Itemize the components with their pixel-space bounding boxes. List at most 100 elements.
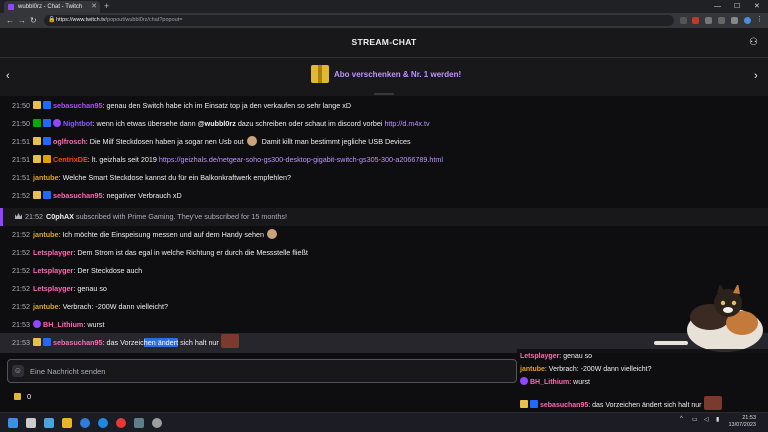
forward-icon[interactable]: → bbox=[18, 13, 26, 28]
message-username[interactable]: jantube bbox=[33, 302, 59, 311]
chat-input[interactable] bbox=[30, 363, 510, 379]
back-icon[interactable]: ← bbox=[6, 13, 14, 28]
message-username[interactable]: jantube bbox=[33, 230, 59, 239]
share-icon[interactable] bbox=[680, 17, 687, 24]
chevron-right-icon[interactable]: › bbox=[754, 70, 758, 82]
chat-message[interactable]: 21:50 sebasuchan95: genau den Switch habe… bbox=[12, 97, 351, 115]
verified-badge-icon bbox=[520, 377, 528, 385]
chat-message[interactable]: 21:51 jantube: Welche Smart Steckdose kan… bbox=[12, 169, 291, 187]
battery-icon[interactable]: ▮ bbox=[716, 416, 719, 423]
puzzle-icon[interactable] bbox=[705, 17, 712, 24]
overlay-message: BH_Lithium: wurst bbox=[520, 376, 590, 389]
gift-banner-text[interactable]: Abo verschenken & Nr. 1 werden! bbox=[334, 70, 461, 79]
address-bar[interactable]: 🔒 https://www.twitch.tv/popout/wubbl0rz/… bbox=[44, 15, 674, 26]
minimize-icon[interactable]: — bbox=[714, 0, 721, 13]
moderator-badge-icon[interactable] bbox=[33, 119, 41, 127]
overlay-message: sebasuchan95: das Vorzeichen ändert sich… bbox=[520, 396, 722, 410]
gift-banner[interactable]: ‹ Abo verschenken & Nr. 1 werden! › bbox=[0, 58, 768, 96]
edge-browser-icon[interactable] bbox=[80, 418, 90, 428]
message-time: 21:51 bbox=[12, 137, 30, 146]
chat-message[interactable]: 21:51 oglfrosch: Die Milf Steckdosen habe… bbox=[12, 133, 411, 151]
subscriber-badge-icon[interactable] bbox=[33, 137, 41, 145]
chat-message[interactable]: 21:52 Letsplayger: genau so bbox=[12, 280, 107, 298]
gift-badge-icon[interactable] bbox=[43, 155, 51, 163]
chat-message[interactable]: 21:53 BH_Lithium: wurst bbox=[12, 316, 105, 334]
chat-message[interactable]: 21:52 jantube: Verbrach: -200W dann viell… bbox=[12, 298, 168, 316]
message-text: wenn ich etwas übersehe dann bbox=[96, 119, 196, 128]
face-emote-icon bbox=[703, 396, 722, 410]
taskbar-clock[interactable]: 21:53 13/07/2023 bbox=[728, 415, 756, 429]
verified-badge-icon[interactable] bbox=[33, 320, 41, 328]
message-username[interactable]: C0phAX bbox=[46, 212, 74, 221]
browser-tab[interactable]: wubbl0rz - Chat - Twitch ✕ bbox=[4, 1, 100, 13]
message-username[interactable]: Letsplayger bbox=[33, 284, 73, 293]
subscriber-badge-icon[interactable] bbox=[33, 101, 41, 109]
channel-points[interactable]: 0 bbox=[14, 392, 31, 401]
message-username[interactable]: Letsplayger bbox=[33, 266, 73, 275]
prime-badge-icon[interactable] bbox=[43, 101, 51, 109]
chat-message[interactable]: 21:52 jantube: Ich möchte die Einspeisung… bbox=[12, 226, 280, 244]
app-icon[interactable] bbox=[98, 418, 108, 428]
close-window-icon[interactable]: ✕ bbox=[754, 0, 760, 13]
message-username[interactable]: BH_Lithium bbox=[43, 320, 83, 329]
message-mention[interactable]: @wubbl0rz bbox=[198, 119, 236, 128]
terminal-icon[interactable] bbox=[134, 418, 144, 428]
message-username[interactable]: sebasuchan95 bbox=[53, 191, 103, 200]
search-icon[interactable] bbox=[26, 418, 36, 428]
message-username[interactable]: oglfrosch bbox=[53, 137, 86, 146]
message-text: das Vorzeic bbox=[106, 338, 144, 347]
prime-badge-icon[interactable] bbox=[43, 119, 51, 127]
message-username[interactable]: Letsplayger bbox=[33, 248, 73, 257]
reload-icon[interactable]: ↻ bbox=[30, 13, 37, 28]
prime-badge-icon[interactable] bbox=[43, 137, 51, 145]
message-link[interactable]: https://geizhals.de/netgear-soho-gs300-d… bbox=[159, 155, 443, 164]
overlay-message: Letsplayger: genau so bbox=[520, 353, 592, 360]
prime-badge-icon[interactable] bbox=[43, 338, 51, 346]
message-time: 21:51 bbox=[12, 173, 30, 182]
chat-message[interactable]: 21:52 Letsplayger: Der Steckdose auch bbox=[12, 262, 142, 280]
message-username[interactable]: jantube bbox=[33, 173, 59, 182]
chevron-left-icon[interactable]: ‹ bbox=[6, 70, 10, 82]
volume-icon[interactable]: ◁ bbox=[704, 416, 709, 423]
tray-chevron-icon[interactable]: ^ bbox=[680, 416, 683, 422]
cat-webcam-image bbox=[654, 285, 763, 352]
chat-message[interactable]: 21:51 CentrixDE: lt. geizhals seit 2019 h… bbox=[12, 151, 443, 169]
message-username[interactable]: sebasuchan95 bbox=[53, 101, 103, 110]
prime-badge-icon[interactable] bbox=[43, 191, 51, 199]
message-username[interactable]: sebasuchan95 bbox=[53, 338, 103, 347]
message-link[interactable]: http://d.m4x.tv bbox=[384, 119, 429, 128]
download-icon[interactable] bbox=[718, 17, 725, 24]
settings-gear-icon[interactable] bbox=[152, 418, 162, 428]
community-users-icon[interactable]: ⚇ bbox=[749, 37, 758, 48]
menu-kebab-icon[interactable]: ⋮ bbox=[756, 15, 763, 23]
chat-message[interactable]: 21:52 sebasuchan95: negativer Verbrauch x… bbox=[12, 187, 182, 205]
chat-message[interactable]: 21:52 Letsplayger: Dem Strom ist das egal… bbox=[12, 244, 308, 262]
stream-chat-overlay: Letsplayger: genau so jantube: Verbrach:… bbox=[517, 349, 768, 412]
maximize-icon[interactable]: ☐ bbox=[734, 0, 740, 13]
network-icon[interactable]: ▭ bbox=[692, 416, 698, 423]
message-username[interactable]: CentrixDE bbox=[53, 155, 88, 164]
message-username[interactable]: Nightbot bbox=[63, 119, 93, 128]
subscriber-badge-icon[interactable] bbox=[33, 155, 41, 163]
selected-text: hen ändert bbox=[143, 338, 179, 347]
new-tab-icon[interactable]: + bbox=[104, 0, 109, 13]
file-explorer-icon[interactable] bbox=[62, 418, 72, 428]
tab-close-icon[interactable]: ✕ bbox=[91, 1, 97, 13]
verified-badge-icon[interactable] bbox=[53, 119, 61, 127]
banner-collapse-handle[interactable] bbox=[374, 93, 394, 95]
chat-message[interactable]: 21:50 Nightbot: wenn ich etwas übersehe d… bbox=[12, 115, 430, 133]
chrome-browser-icon[interactable] bbox=[116, 418, 126, 428]
overlay-username: Letsplayger bbox=[520, 353, 560, 360]
profile-avatar[interactable] bbox=[744, 17, 751, 24]
overlay-username: BH_Lithium bbox=[530, 379, 570, 386]
emote-picker-icon[interactable]: ☺ bbox=[12, 365, 24, 377]
subscriber-badge-icon[interactable] bbox=[33, 191, 41, 199]
extension-icon[interactable] bbox=[692, 17, 699, 24]
task-view-icon[interactable] bbox=[44, 418, 54, 428]
subscriber-badge-icon[interactable] bbox=[33, 338, 41, 346]
overlay-text: das Vorzeichen ändert sich halt nur bbox=[592, 402, 702, 409]
windows-start-icon[interactable] bbox=[8, 418, 18, 428]
message-time: 21:52 bbox=[12, 266, 30, 275]
sidebar-icon[interactable] bbox=[731, 17, 738, 24]
overlay-username: jantube bbox=[520, 366, 545, 373]
